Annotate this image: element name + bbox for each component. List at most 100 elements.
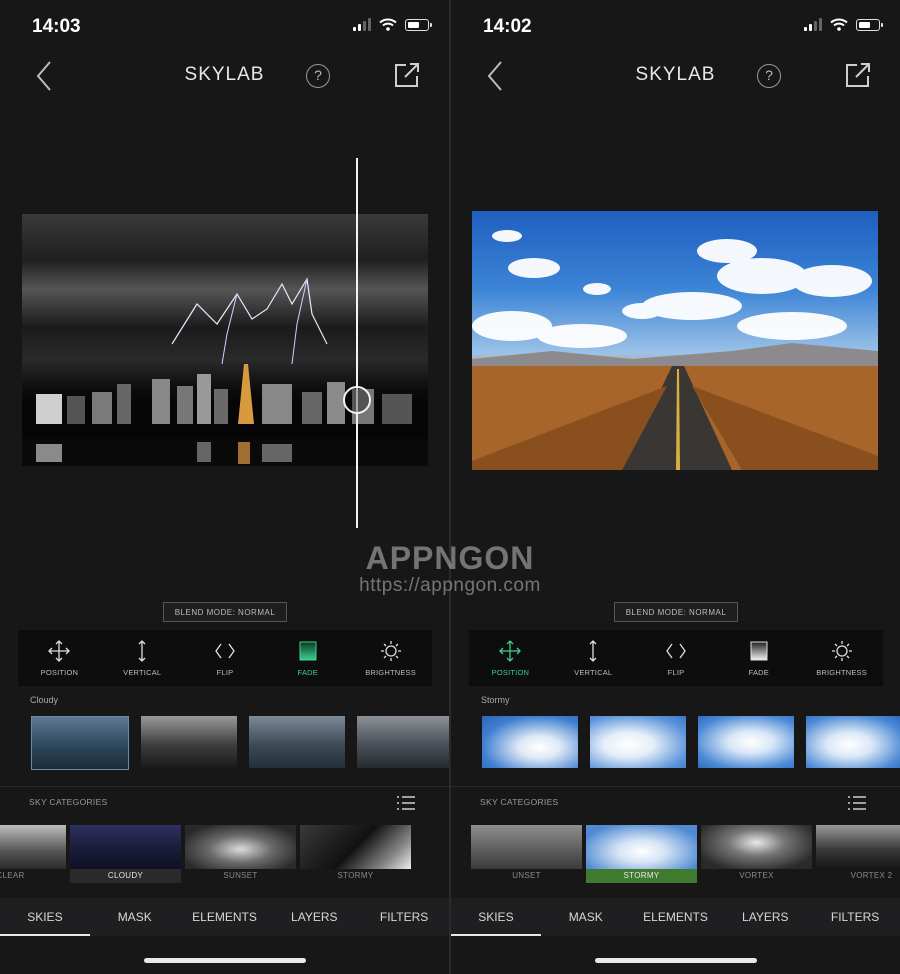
tab-filters[interactable]: FILTERS <box>359 898 449 936</box>
tool-label: BRIGHTNESS <box>365 667 416 677</box>
current-category-name: Cloudy <box>30 695 59 705</box>
tool-bar: POSITION VERTICAL FLIP FADE BRIGHTNESS <box>18 630 432 686</box>
flip-icon <box>215 643 235 658</box>
blend-mode-button[interactable]: BLEND MODE: NORMAL <box>614 602 738 622</box>
compare-slider-handle[interactable] <box>343 386 371 414</box>
sky-categories-label: SKY CATEGORIES <box>29 797 108 807</box>
tab-mask[interactable]: MASK <box>541 898 631 936</box>
sky-categories-label: SKY CATEGORIES <box>480 797 559 807</box>
tool-label: BRIGHTNESS <box>816 667 867 677</box>
category-vortex[interactable]: SUNSET <box>185 825 296 883</box>
category-stormy[interactable]: VORTEX 2 <box>816 825 900 883</box>
category-label: CLOUDY <box>70 869 181 883</box>
status-icons <box>804 18 883 31</box>
sky-thumbnail[interactable] <box>249 716 345 768</box>
photo-canvas[interactable] <box>472 211 878 470</box>
sky-thumbnail[interactable] <box>31 716 129 770</box>
tool-flip[interactable]: FLIP <box>184 630 267 686</box>
tool-bar: POSITION VERTICAL FLIP FADE BRIGHTNESS <box>469 630 883 686</box>
sky-thumbnails <box>482 716 900 768</box>
tab-elements[interactable]: ELEMENTS <box>631 898 721 936</box>
move-icon <box>499 639 522 662</box>
watermark-url: https://appngon.com <box>359 575 541 596</box>
category-unset[interactable]: CLEAR <box>0 825 66 883</box>
divider <box>0 786 449 787</box>
tool-fade[interactable]: FADE <box>717 630 800 686</box>
category-vortex-2[interactable]: STORMY <box>300 825 411 883</box>
fade-icon <box>299 641 317 660</box>
tab-layers[interactable]: LAYERS <box>269 898 359 936</box>
watermark: APPNGON https://appngon.com <box>330 540 570 597</box>
tab-filters[interactable]: FILTERS <box>810 898 900 936</box>
sky-thumbnails <box>31 716 449 770</box>
vertical-arrows-icon <box>138 639 146 662</box>
help-button[interactable]: ? <box>757 64 781 88</box>
category-label: VORTEX 2 <box>850 871 893 880</box>
status-time: 14:02 <box>483 16 532 37</box>
category-label: STORMY <box>586 869 697 883</box>
left-screen: 14:03 SKYLAB ? BLEND MODE: NORMAL POSITI… <box>0 0 449 974</box>
tool-brightness[interactable]: BRIGHTNESS <box>800 630 883 686</box>
blend-mode-button[interactable]: BLEND MODE: NORMAL <box>163 602 287 622</box>
share-export-icon[interactable] <box>843 60 873 90</box>
tab-skies[interactable]: SKIES <box>451 898 541 936</box>
tool-label: FLIP <box>667 667 685 677</box>
sky-thumbnail[interactable] <box>806 716 900 768</box>
help-button[interactable]: ? <box>306 64 330 88</box>
tool-label: FADE <box>748 667 769 677</box>
status-time: 14:03 <box>32 16 81 37</box>
tool-position[interactable]: POSITION <box>469 630 552 686</box>
tool-position[interactable]: POSITION <box>18 630 101 686</box>
tab-layers[interactable]: LAYERS <box>720 898 810 936</box>
move-icon <box>48 639 71 662</box>
category-label: VORTEX <box>739 871 774 880</box>
tool-label: POSITION <box>40 667 79 677</box>
list-icon[interactable] <box>847 796 867 810</box>
list-icon[interactable] <box>396 796 416 810</box>
category-stormy[interactable]: CLOUDY <box>70 825 181 883</box>
home-indicator <box>595 958 757 963</box>
desert-road-photo <box>472 230 878 470</box>
category-sunset[interactable]: VORTEX <box>701 825 812 883</box>
sun-icon <box>380 640 401 661</box>
category-clear[interactable]: UNSET <box>471 825 582 883</box>
tab-skies[interactable]: SKIES <box>0 898 90 936</box>
tool-brightness[interactable]: BRIGHTNESS <box>349 630 432 686</box>
category-cloudy[interactable]: STORMY <box>586 825 697 883</box>
divider <box>451 786 900 787</box>
stormy-city-photo <box>22 277 428 466</box>
watermark-brand: APPNGON <box>365 540 535 576</box>
tool-fade[interactable]: FADE <box>266 630 349 686</box>
bottom-tab-bar: SKIES MASK ELEMENTS LAYERS FILTERS <box>0 898 449 936</box>
tool-label: POSITION <box>491 667 530 677</box>
cellular-signal-icon <box>353 18 371 31</box>
sky-thumbnail[interactable] <box>141 716 237 768</box>
fade-icon <box>750 641 768 660</box>
sky-thumbnail[interactable] <box>590 716 686 768</box>
category-label: CLEAR <box>0 871 25 880</box>
share-export-icon[interactable] <box>392 60 422 90</box>
tool-vertical[interactable]: VERTICAL <box>101 630 184 686</box>
tool-flip[interactable]: FLIP <box>635 630 718 686</box>
category-label: SUNSET <box>223 871 258 880</box>
wifi-icon <box>379 18 397 31</box>
tool-label: VERTICAL <box>574 667 613 677</box>
tab-elements[interactable]: ELEMENTS <box>180 898 270 936</box>
sky-thumbnail[interactable] <box>698 716 794 768</box>
tool-vertical[interactable]: VERTICAL <box>552 630 635 686</box>
compare-slider-line[interactable] <box>356 158 358 528</box>
vertical-arrows-icon <box>589 639 597 662</box>
category-label: UNSET <box>512 871 541 880</box>
sky-thumbnail[interactable] <box>482 716 578 768</box>
bottom-tab-bar: SKIES MASK ELEMENTS LAYERS FILTERS <box>451 898 900 936</box>
sky-thumbnail[interactable] <box>357 716 449 768</box>
home-indicator <box>144 958 306 963</box>
sky-category-strip: CLEAR CLOUDY SUNSET STORMY <box>0 825 411 883</box>
wifi-icon <box>830 18 848 31</box>
photo-canvas[interactable] <box>22 214 428 466</box>
sun-icon <box>831 640 852 661</box>
tab-mask[interactable]: MASK <box>90 898 180 936</box>
category-label: STORMY <box>337 871 374 880</box>
battery-icon <box>856 18 883 31</box>
tool-label: VERTICAL <box>123 667 162 677</box>
